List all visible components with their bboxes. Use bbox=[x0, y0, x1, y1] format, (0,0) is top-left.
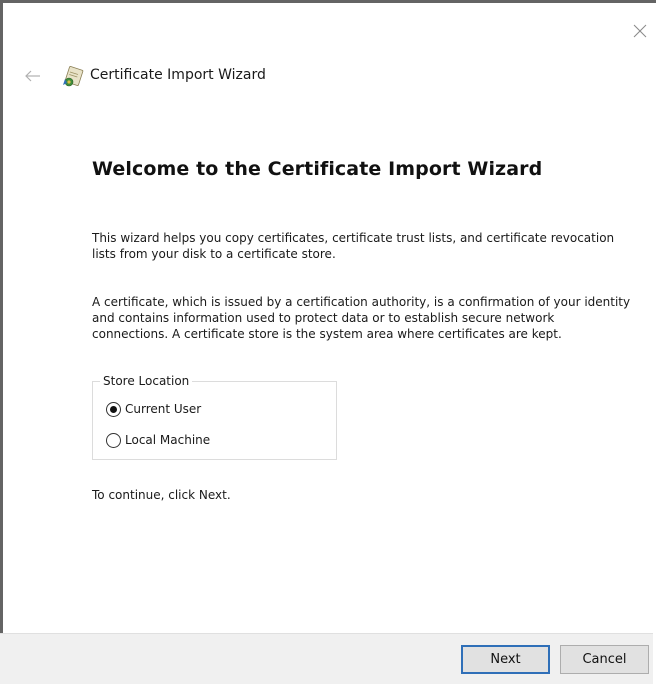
description-text: A certificate, which is issued by a cert… bbox=[92, 295, 631, 341]
radio-label: Local Machine bbox=[125, 433, 211, 447]
next-button[interactable]: Next bbox=[461, 645, 550, 674]
window-title: Certificate Import Wizard bbox=[90, 67, 266, 83]
radio-selected-icon[interactable] bbox=[106, 401, 121, 417]
radio-label: Current User bbox=[125, 402, 202, 416]
store-location-label: Store Location bbox=[100, 374, 193, 388]
page-heading: Welcome to the Certificate Import Wizard bbox=[92, 158, 543, 180]
certificate-icon bbox=[61, 65, 85, 89]
radio-current-user[interactable]: Current User bbox=[106, 400, 201, 418]
intro-text: This wizard helps you copy certificates,… bbox=[92, 231, 615, 261]
close-icon bbox=[633, 24, 647, 38]
close-button[interactable] bbox=[630, 21, 650, 41]
cancel-button[interactable]: Cancel bbox=[560, 645, 649, 674]
continue-hint: To continue, click Next. bbox=[92, 488, 231, 502]
wizard-window: Certificate Import Wizard Welcome to the… bbox=[0, 0, 656, 684]
footer-bar bbox=[0, 633, 653, 684]
radio-unselected-icon[interactable] bbox=[106, 432, 121, 448]
back-button[interactable] bbox=[23, 66, 43, 86]
back-arrow-icon bbox=[25, 70, 40, 82]
radio-local-machine[interactable]: Local Machine bbox=[106, 431, 210, 449]
